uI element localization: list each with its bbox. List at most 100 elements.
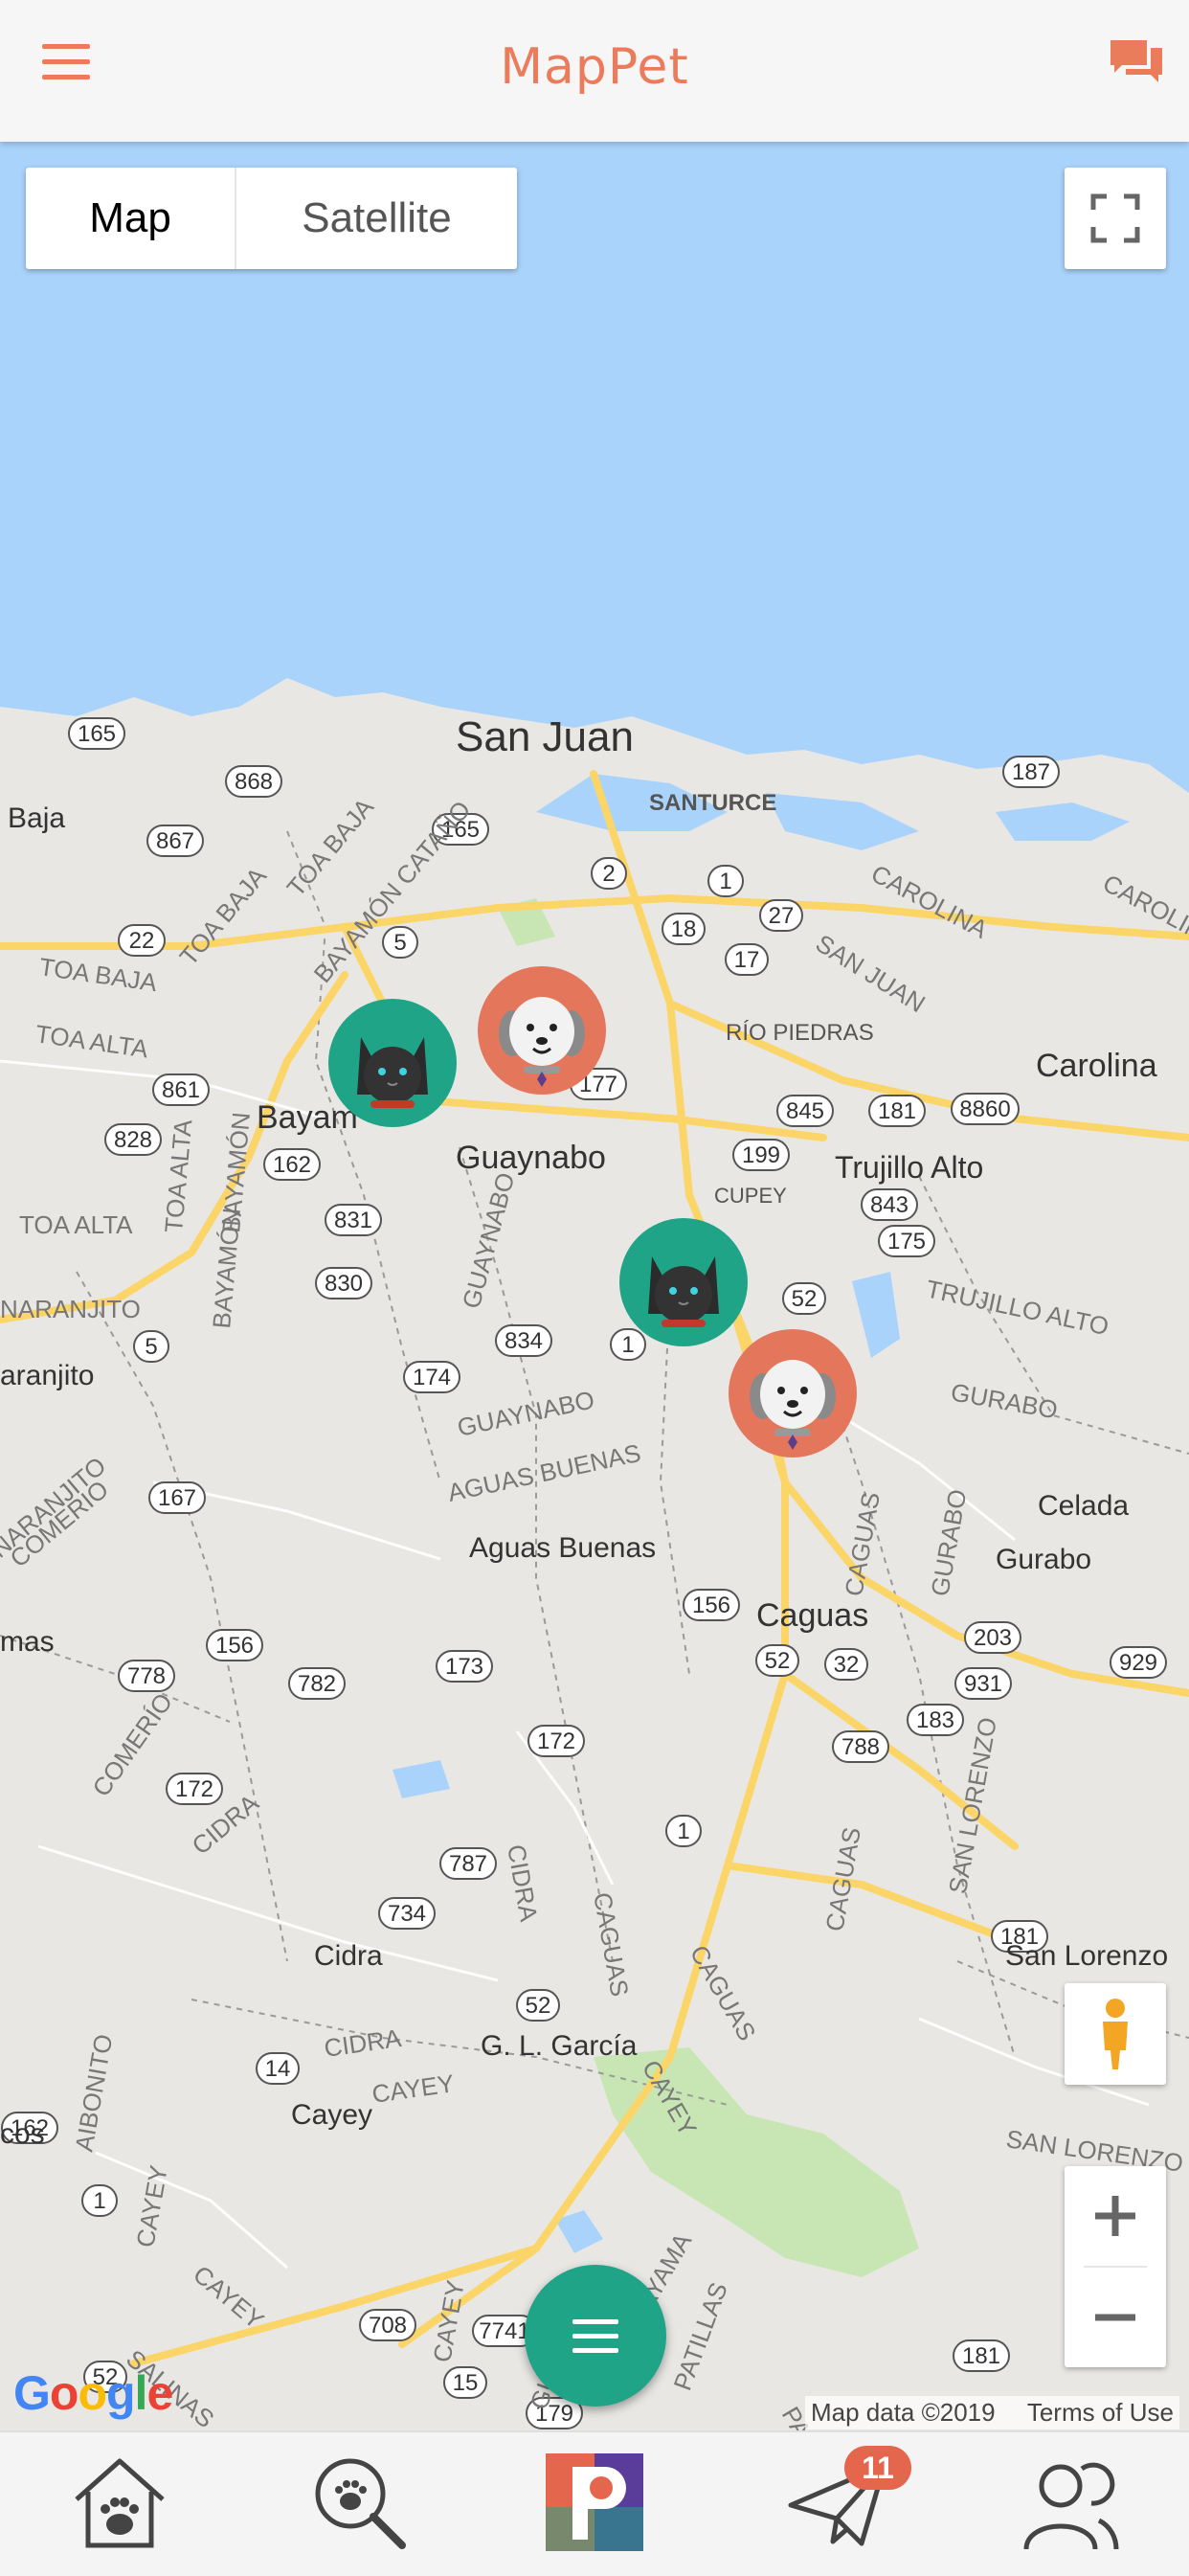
svg-text:173: 173 <box>445 1654 483 1680</box>
cat-icon <box>357 1037 428 1108</box>
road-shield: 199 <box>732 1139 790 1171</box>
road-shield: 931 <box>954 1667 1012 1700</box>
svg-text:708: 708 <box>369 2313 407 2339</box>
svg-text:5: 5 <box>393 930 406 956</box>
cat-marker[interactable] <box>619 1218 748 1346</box>
cat-marker[interactable] <box>328 999 457 1127</box>
svg-text:181: 181 <box>878 1098 916 1124</box>
map-canvas[interactable]: 165 868 867 22 861 828 831 830 5 5 165 2… <box>0 142 1189 2430</box>
road-shield: 734 <box>378 1897 436 1930</box>
svg-text:TOA ALTA: TOA ALTA <box>19 1210 133 1239</box>
svg-text:828: 828 <box>114 1127 152 1153</box>
paw-search-icon[interactable] <box>306 2450 412 2555</box>
road-shield: 52 <box>755 1644 799 1677</box>
svg-text:788: 788 <box>841 1734 880 1760</box>
fab-menu-button[interactable] <box>525 2265 666 2407</box>
svg-text:165: 165 <box>78 721 116 747</box>
street-view-pegman-button[interactable] <box>1065 1983 1166 2085</box>
svg-text:1: 1 <box>719 869 731 894</box>
svg-text:CUPEY: CUPEY <box>714 1184 787 1208</box>
road-shield: 830 <box>315 1267 372 1299</box>
svg-text:CAYEY: CAYEY <box>188 2260 269 2335</box>
road-shield: 181 <box>953 2339 1010 2372</box>
fullscreen-button[interactable] <box>1065 168 1166 269</box>
app-logo-icon[interactable] <box>542 2450 647 2555</box>
terms-of-use-link[interactable]: Terms of Use <box>1027 2398 1174 2427</box>
svg-text:1: 1 <box>93 2188 105 2214</box>
road-shield: 867 <box>146 825 204 857</box>
svg-text:782: 782 <box>298 1671 336 1697</box>
svg-text:17: 17 <box>734 947 760 973</box>
svg-text:CAROLINA: CAROLINA <box>866 859 993 944</box>
zoom-in-button[interactable] <box>1065 2166 1166 2266</box>
map-view[interactable]: 165 868 867 22 861 828 831 830 5 5 165 2… <box>0 142 1189 2430</box>
road-shield: 1 <box>707 865 744 897</box>
svg-text:32: 32 <box>834 1652 860 1678</box>
svg-text:TRUJILLO ALTO: TRUJILLO ALTO <box>924 1275 1111 1342</box>
svg-text:Cayey: Cayey <box>291 2099 372 2131</box>
svg-text:734: 734 <box>388 1901 426 1927</box>
svg-text:14: 14 <box>265 2056 291 2082</box>
zoom-out-button[interactable] <box>1065 2268 1166 2367</box>
svg-text:Cidra: Cidra <box>314 1940 383 1972</box>
road-shield: 843 <box>861 1188 918 1221</box>
svg-text:7741: 7741 <box>479 2318 529 2344</box>
road-shield: 828 <box>104 1123 162 1156</box>
road-shield: 5 <box>382 926 418 959</box>
svg-text:778: 778 <box>127 1663 166 1689</box>
map-type-map-button[interactable]: Map <box>26 168 236 269</box>
svg-text:cos: cos <box>0 2118 45 2150</box>
svg-text:CAYEY: CAYEY <box>130 2163 173 2249</box>
svg-text:CIDRA: CIDRA <box>502 1842 544 1925</box>
svg-text:2: 2 <box>602 861 615 887</box>
svg-text:SAN JUAN: SAN JUAN <box>811 929 931 1019</box>
svg-text:834: 834 <box>505 1328 543 1354</box>
svg-text:830: 830 <box>325 1271 363 1297</box>
road-shield: 845 <box>776 1095 834 1127</box>
svg-text:22: 22 <box>129 928 155 954</box>
svg-text:187: 187 <box>1012 759 1050 785</box>
svg-text:52: 52 <box>765 1648 791 1674</box>
svg-text:845: 845 <box>786 1098 824 1124</box>
svg-text:CIDRA: CIDRA <box>323 2023 404 2063</box>
road-shield: 787 <box>439 1847 497 1880</box>
svg-text:NARANJITO: NARANJITO <box>0 1295 141 1323</box>
road-shield: 782 <box>288 1667 346 1700</box>
road-shield: 868 <box>225 765 282 798</box>
chat-icon[interactable] <box>1107 36 1166 90</box>
svg-text:18: 18 <box>671 916 697 942</box>
svg-text:PATILLAS: PATILLAS <box>667 2278 732 2394</box>
paw-house-icon[interactable] <box>67 2450 172 2555</box>
dog-marker[interactable] <box>729 1329 857 1457</box>
svg-text:GUAYNABO: GUAYNABO <box>457 1169 521 1311</box>
google-logo: Google <box>13 2366 173 2420</box>
svg-text:867: 867 <box>156 828 194 854</box>
svg-text:843: 843 <box>870 1192 909 1218</box>
svg-text:G. L. García: G. L. García <box>481 2030 638 2062</box>
app-title: MapPet <box>500 38 689 96</box>
svg-text:TOA BAJA: TOA BAJA <box>37 952 159 997</box>
svg-text:COMERÍO: COMERÍO <box>86 1687 178 1801</box>
svg-text:CAYEY: CAYEY <box>370 2068 457 2109</box>
pegman-icon <box>1103 1999 1128 2069</box>
minus-icon <box>1095 2314 1135 2321</box>
map-attribution: Map data ©2019 Terms of Use <box>804 2396 1179 2429</box>
road-shield: 162 <box>263 1148 321 1181</box>
svg-text:CAGUAS: CAGUAS <box>588 1890 635 1999</box>
people-icon[interactable] <box>1019 2450 1124 2555</box>
map-data-text: Map data ©2019 <box>810 2398 996 2427</box>
svg-text:Baja: Baja <box>8 802 65 834</box>
app-header: MapPet <box>0 0 1189 142</box>
map-type-control: Map Satellite <box>26 168 517 269</box>
svg-text:mas: mas <box>0 1626 55 1658</box>
svg-text:174: 174 <box>413 1365 451 1390</box>
dog-icon <box>750 1360 836 1450</box>
svg-text:CAROLINA: CAROLINA <box>1098 869 1189 954</box>
svg-text:172: 172 <box>175 1776 213 1802</box>
map-type-satellite-button[interactable]: Satellite <box>236 168 517 269</box>
road-shield: 173 <box>436 1650 493 1683</box>
district-label: RÍO PIEDRAS <box>726 1020 874 1046</box>
road-shield: 181 <box>868 1095 926 1127</box>
road-shield: 1 <box>81 2184 118 2217</box>
dog-marker[interactable] <box>478 966 606 1095</box>
